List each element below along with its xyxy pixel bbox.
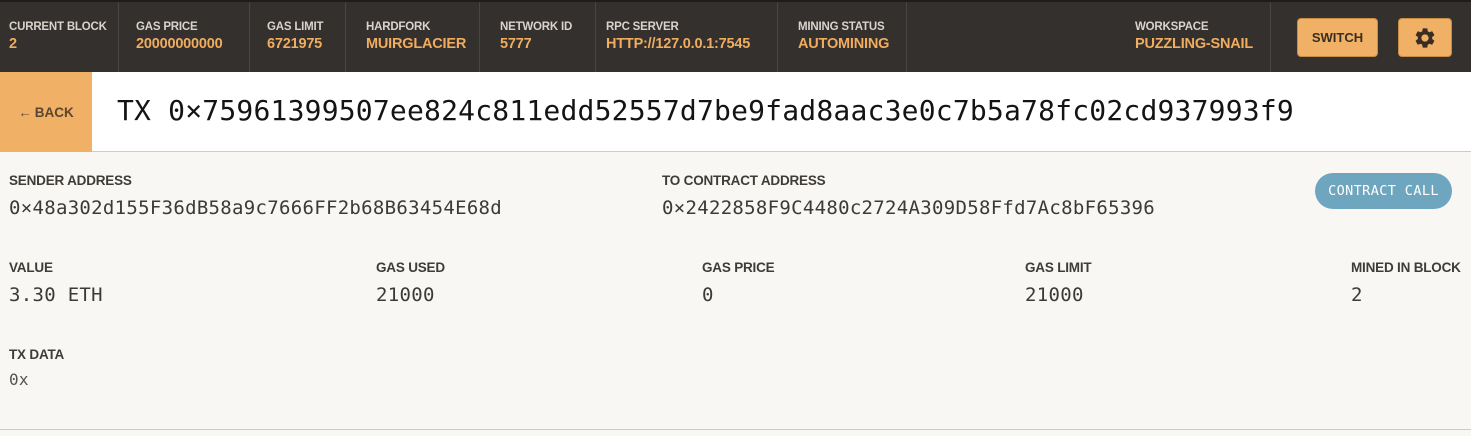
stat-gas-price: GAS PRICE 20000000000 <box>127 2 250 72</box>
page-title: TX 0×75961399507ee824c811edd52557d7be9fa… <box>117 94 1294 127</box>
contract-call-badge: CONTRACT CALL <box>1315 173 1452 209</box>
stat-value: 6721975 <box>267 36 323 52</box>
mined-in-block-field: MINED IN BLOCK 2 <box>1351 260 1461 306</box>
stat-label: WORKSPACE <box>1135 21 1209 33</box>
gas-limit-value: 21000 <box>1025 284 1084 306</box>
stat-label: NETWORK ID <box>500 21 573 33</box>
gas-used-field: GAS USED 21000 <box>376 260 445 306</box>
stat-label: MINING STATUS <box>798 21 885 33</box>
mined-in-block-value: 2 <box>1351 284 1363 306</box>
transaction-header: ← BACK TX 0×75961399507ee824c811edd52557… <box>0 72 1471 152</box>
stat-label: HARDFORK <box>366 21 431 33</box>
stat-network-id: NETWORK ID 5777 <box>491 2 596 72</box>
switch-workspace-button[interactable]: SWITCH <box>1297 18 1378 57</box>
stat-label: CURRENT BLOCK <box>9 21 107 33</box>
status-bar: CURRENT BLOCK 2 GAS PRICE 20000000000 GA… <box>0 0 1471 72</box>
arrow-left-icon: ← <box>18 104 32 120</box>
gas-limit-field: GAS LIMIT 21000 <box>1025 260 1092 306</box>
field-label: TX DATA <box>9 347 65 362</box>
field-label: MINED IN BLOCK <box>1351 260 1461 275</box>
back-button[interactable]: ← BACK <box>0 72 92 152</box>
sender-address-value: 0×48a302d155F36dB58a9c7666FF2b68B63454E6… <box>9 197 503 219</box>
stat-workspace: WORKSPACE PUZZLING-SNAIL <box>1126 2 1271 72</box>
stat-value: AUTOMINING <box>798 36 890 52</box>
stat-label: RPC SERVER <box>606 21 679 33</box>
tx-data-value: 0x <box>9 370 29 389</box>
back-label: BACK <box>34 104 74 120</box>
settings-button[interactable] <box>1398 18 1452 57</box>
stat-label: GAS PRICE <box>136 21 198 33</box>
stat-value: 2 <box>9 36 17 52</box>
gas-used-value: 21000 <box>376 284 435 306</box>
stat-mining-status: MINING STATUS AUTOMINING <box>789 2 907 72</box>
field-label: VALUE <box>9 260 53 275</box>
value-value: 3.30 ETH <box>9 284 103 306</box>
stat-hardfork: HARDFORK MUIRGLACIER <box>357 2 480 72</box>
field-label: GAS LIMIT <box>1025 260 1092 275</box>
field-label: GAS PRICE <box>702 260 775 275</box>
sender-address-field: SENDER ADDRESS 0×48a302d155F36dB58a9c766… <box>9 173 502 219</box>
stat-label: GAS LIMIT <box>267 21 324 33</box>
stat-current-block: CURRENT BLOCK 2 <box>0 2 119 72</box>
stat-value: 20000000000 <box>136 36 223 52</box>
field-label: TO CONTRACT ADDRESS <box>662 173 826 188</box>
gas-price-field: GAS PRICE 0 <box>702 260 775 306</box>
to-contract-address-field: TO CONTRACT ADDRESS 0×2422858F9C4480c272… <box>662 173 1155 219</box>
stat-value: PUZZLING-SNAIL <box>1135 36 1254 52</box>
stat-value: 5777 <box>500 36 532 52</box>
field-label: GAS USED <box>376 260 445 275</box>
stat-value: HTTP://127.0.0.1:7545 <box>606 36 751 52</box>
gas-price-value: 0 <box>702 284 714 306</box>
tx-data-field: TX DATA 0x <box>9 347 64 391</box>
stat-value: MUIRGLACIER <box>366 36 467 52</box>
stat-gas-limit: GAS LIMIT 6721975 <box>258 2 346 72</box>
to-contract-address-value: 0×2422858F9C4480c2724A309D58Ffd7Ac8bF653… <box>662 197 1156 219</box>
stat-rpc-server: RPC SERVER HTTP://127.0.0.1:7545 <box>597 2 778 72</box>
gear-icon <box>1415 27 1435 48</box>
divider <box>0 429 1471 430</box>
value-field: VALUE 3.30 ETH <box>9 260 103 306</box>
field-label: SENDER ADDRESS <box>9 173 132 188</box>
